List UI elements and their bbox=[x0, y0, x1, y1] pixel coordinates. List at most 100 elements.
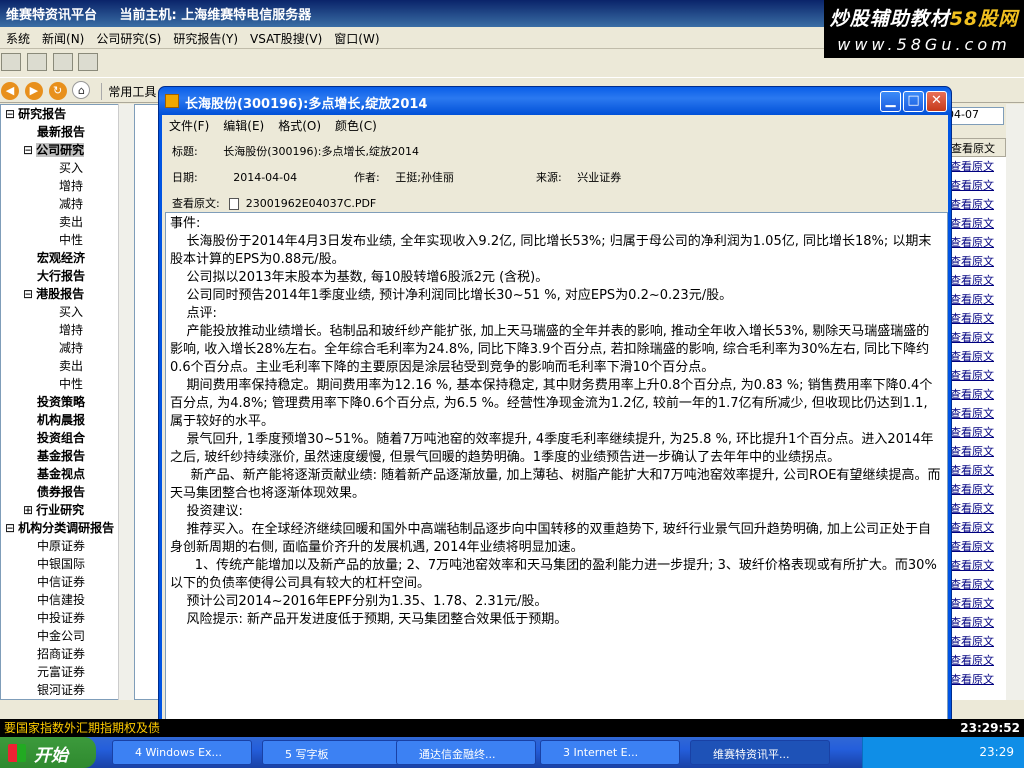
view-original-link[interactable]: 查看原文 bbox=[944, 499, 1006, 518]
report-menu-item[interactable]: 编辑(E) bbox=[216, 115, 271, 136]
tree-expander-icon[interactable]: ⊟ bbox=[5, 521, 15, 535]
tree-item[interactable]: 债券报告 bbox=[1, 483, 133, 501]
view-original-link[interactable]: 查看原文 bbox=[944, 518, 1006, 537]
tree-expander-icon[interactable]: ⊟ bbox=[23, 143, 33, 157]
tree-expander-icon[interactable]: ⊞ bbox=[23, 503, 33, 517]
view-original-link[interactable]: 查看原文 bbox=[944, 176, 1006, 195]
tree-item[interactable]: 中投证券 bbox=[1, 609, 133, 627]
tree-item[interactable]: 基金报告 bbox=[1, 447, 133, 465]
view-original-link[interactable]: 查看原文 bbox=[944, 423, 1006, 442]
tree-item[interactable]: ⊟ 港股报告 bbox=[1, 285, 133, 303]
tree-item[interactable]: 投资策略 bbox=[1, 393, 133, 411]
chart-bar-icon[interactable] bbox=[26, 53, 47, 71]
view-original-link[interactable]: 查看原文 bbox=[944, 290, 1006, 309]
tree-item[interactable]: 机构晨报 bbox=[1, 411, 133, 429]
tree-item[interactable]: 投资组合 bbox=[1, 429, 133, 447]
taskbar-task[interactable]: 维赛特资讯平... bbox=[690, 740, 830, 765]
tree-item[interactable]: 中金公司 bbox=[1, 627, 133, 645]
view-original-link[interactable]: 查看原文 bbox=[944, 214, 1006, 233]
report-window-title-bar[interactable]: 长海股份(300196):多点增长,绽放2014 bbox=[159, 87, 951, 115]
f10-icon[interactable] bbox=[78, 53, 99, 71]
view-original-link[interactable]: 查看原文 bbox=[944, 347, 1006, 366]
view-original-link[interactable]: 查看原文 bbox=[944, 328, 1006, 347]
menu-item[interactable]: 窗口(W) bbox=[328, 27, 385, 50]
view-original-link[interactable]: 查看原文 bbox=[944, 670, 1006, 689]
date-select[interactable]: 04-07 bbox=[944, 107, 1004, 125]
tree-item[interactable]: 中信证券 bbox=[1, 573, 133, 591]
tree-item[interactable]: 招商证券 bbox=[1, 645, 133, 663]
tree-item[interactable]: 大行报告 bbox=[1, 267, 133, 285]
taskbar-task[interactable]: 通达信金融终... bbox=[396, 740, 536, 765]
view-original-link[interactable]: 查看原文 bbox=[944, 461, 1006, 480]
home-icon[interactable]: ⌂ bbox=[72, 81, 91, 99]
menu-item[interactable]: 新闻(N) bbox=[36, 27, 90, 50]
forward-icon[interactable]: ▶ bbox=[24, 82, 43, 100]
view-original-link[interactable]: 查看原文 bbox=[944, 252, 1006, 271]
tree-item[interactable]: 元富证券 bbox=[1, 663, 133, 681]
view-original-link[interactable]: 查看原文 bbox=[944, 594, 1006, 613]
tree-item[interactable]: 减持 bbox=[1, 339, 133, 357]
tree-scrollbar[interactable] bbox=[118, 104, 134, 700]
tree-item[interactable]: 银河证券 bbox=[1, 681, 133, 699]
view-original-link[interactable]: 查看原文 bbox=[944, 404, 1006, 423]
view-original-link[interactable]: 查看原文 bbox=[944, 556, 1006, 575]
taskbar-task[interactable]: 3 Internet E... bbox=[540, 740, 680, 765]
view-original-link[interactable]: 查看原文 bbox=[944, 195, 1006, 214]
original-file-link[interactable]: 23001962E04037C.PDF bbox=[246, 197, 377, 210]
tree-item[interactable]: 最新报告 bbox=[1, 123, 133, 141]
close-button[interactable]: ✕ bbox=[926, 91, 947, 112]
minimize-button[interactable]: ▁ bbox=[880, 91, 901, 112]
tree-item[interactable]: ⊟ 公司研究 bbox=[1, 141, 133, 159]
tree-item[interactable]: 中信建投 bbox=[1, 591, 133, 609]
tree-item[interactable]: 减持 bbox=[1, 195, 133, 213]
taskbar-task[interactable]: 5 写字板 bbox=[262, 740, 402, 765]
tree-item[interactable]: 增持 bbox=[1, 177, 133, 195]
view-original-link[interactable]: 查看原文 bbox=[944, 271, 1006, 290]
taskbar-task[interactable]: 4 Windows Ex... bbox=[112, 740, 252, 765]
menu-item[interactable]: 公司研究(S) bbox=[90, 27, 167, 50]
back-icon[interactable]: ◀ bbox=[1, 82, 19, 100]
view-original-link[interactable]: 查看原文 bbox=[944, 480, 1006, 499]
tree-item[interactable]: 中原证券 bbox=[1, 537, 133, 555]
view-original-link[interactable]: 查看原文 bbox=[944, 157, 1006, 176]
view-original-link[interactable]: 查看原文 bbox=[944, 309, 1006, 328]
view-original-link[interactable]: 查看原文 bbox=[944, 385, 1006, 404]
report-menu-item[interactable]: 颜色(C) bbox=[328, 115, 384, 136]
tree-item[interactable]: 卖出 bbox=[1, 213, 133, 231]
report-content[interactable]: 事件: 长海股份于2014年4月3日发布业绩, 全年实现收入9.2亿, 同比增长… bbox=[165, 212, 948, 726]
tree-item[interactable]: 宏观经济 bbox=[1, 249, 133, 267]
menu-item[interactable]: 研究报告(Y) bbox=[167, 27, 244, 50]
tree-expander-icon[interactable]: ⊟ bbox=[23, 287, 33, 301]
view-original-link[interactable]: 查看原文 bbox=[944, 613, 1006, 632]
view-original-link[interactable]: 查看原文 bbox=[944, 537, 1006, 556]
report-menu-item[interactable]: 文件(F) bbox=[162, 115, 216, 136]
menu-item[interactable]: 系统 bbox=[0, 27, 36, 50]
report-menu-item[interactable]: 格式(O) bbox=[271, 115, 328, 136]
tree-item[interactable]: ⊟ 研究报告 bbox=[1, 105, 133, 123]
list-scrollbar[interactable] bbox=[1006, 104, 1024, 700]
f9-icon[interactable] bbox=[52, 53, 73, 71]
tree-item[interactable]: ⊟ 机构分类调研报告 bbox=[1, 519, 133, 537]
tree-item[interactable]: 中银国际 bbox=[1, 555, 133, 573]
refresh-icon[interactable]: ↻ bbox=[48, 82, 67, 100]
view-original-link[interactable]: 查看原文 bbox=[944, 632, 1006, 651]
tree-item[interactable]: 买入 bbox=[1, 303, 133, 321]
tree-item[interactable]: 基金视点 bbox=[1, 465, 133, 483]
view-original-link[interactable]: 查看原文 bbox=[944, 575, 1006, 594]
tree-item[interactable]: ⊞ 行业研究 bbox=[1, 501, 133, 519]
start-button[interactable]: 开始 bbox=[0, 737, 96, 768]
chart-line-icon[interactable] bbox=[1, 53, 21, 71]
tree-item[interactable]: 增持 bbox=[1, 321, 133, 339]
common-tools-label[interactable]: 常用工具 bbox=[101, 83, 156, 100]
maximize-button[interactable]: □ bbox=[903, 91, 924, 112]
view-original-link[interactable]: 查看原文 bbox=[944, 233, 1006, 252]
tree-expander-icon[interactable]: ⊟ bbox=[5, 107, 15, 121]
tree-item[interactable]: 中性 bbox=[1, 231, 133, 249]
tree-item[interactable]: 卖出 bbox=[1, 357, 133, 375]
menu-item[interactable]: VSAT股搜(V) bbox=[244, 27, 328, 50]
tree-item[interactable]: 买入 bbox=[1, 159, 133, 177]
view-original-link[interactable]: 查看原文 bbox=[944, 651, 1006, 670]
view-original-link[interactable]: 查看原文 bbox=[944, 442, 1006, 461]
view-original-link[interactable]: 查看原文 bbox=[944, 366, 1006, 385]
tree-item[interactable]: 中性 bbox=[1, 375, 133, 393]
